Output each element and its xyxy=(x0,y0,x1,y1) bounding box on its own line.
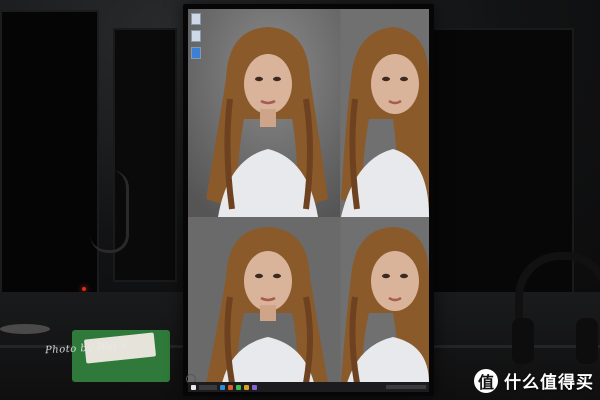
app-icon[interactable] xyxy=(191,47,201,59)
monitor-screen xyxy=(188,9,429,392)
app-icon[interactable] xyxy=(220,384,225,390)
portrait-photo-cropped xyxy=(341,9,429,217)
desk-object xyxy=(0,324,50,334)
desktop-icons xyxy=(191,13,205,59)
search-box[interactable] xyxy=(199,384,217,390)
portrait-monitor xyxy=(183,4,434,396)
app-icon[interactable] xyxy=(236,384,241,390)
cable xyxy=(90,170,129,253)
system-tray[interactable] xyxy=(386,385,426,389)
power-led xyxy=(82,287,86,291)
file-icon[interactable] xyxy=(191,13,201,25)
file-icon[interactable] xyxy=(191,30,201,42)
brand-badge-icon: 值 xyxy=(474,368,498,393)
brand-watermark: 值 什么值得买 xyxy=(474,368,594,393)
portrait-illustration xyxy=(188,9,340,217)
start-icon[interactable] xyxy=(191,384,196,390)
headphone-cup-right xyxy=(576,318,598,364)
portrait-illustration xyxy=(341,217,429,383)
headphone-cup-left xyxy=(512,318,534,364)
portrait-photo xyxy=(188,9,340,217)
portrait-photo-cropped xyxy=(341,217,429,383)
app-icon[interactable] xyxy=(244,384,249,390)
portrait-illustration xyxy=(341,9,429,217)
left-monitor xyxy=(0,10,99,296)
portrait-illustration xyxy=(188,217,340,383)
app-icon[interactable] xyxy=(252,384,257,390)
app-icon[interactable] xyxy=(228,384,233,390)
brand-text: 什么值得买 xyxy=(504,373,594,393)
photo-scene: Photo by Wei S. 值 什么值得买 xyxy=(0,0,600,400)
taskbar xyxy=(188,382,429,392)
portrait-photo xyxy=(188,217,340,383)
